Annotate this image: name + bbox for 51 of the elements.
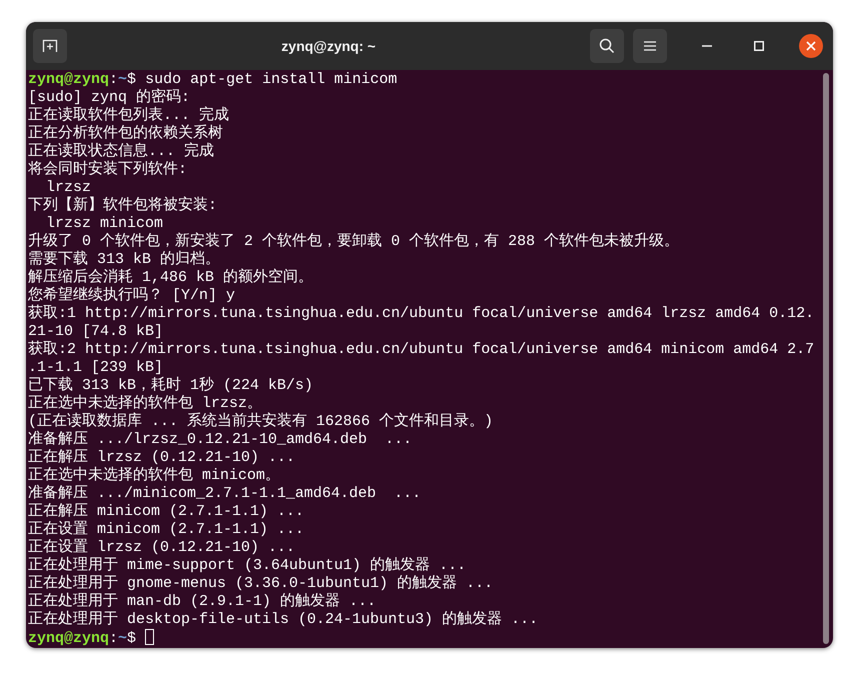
prompt-colon: : xyxy=(109,630,118,648)
output-line: 准备解压 .../minicom_2.7.1-1.1_amd64.deb ... xyxy=(28,485,422,503)
prompt-path: ~ xyxy=(118,71,128,89)
output-line: 正在解压 minicom (2.7.1-1.1) ... xyxy=(28,503,304,520)
output-line: 您希望继续执行吗？ [Y/n] y xyxy=(28,287,236,304)
minimize-icon xyxy=(702,45,712,47)
scrollbar-thumb[interactable] xyxy=(823,73,829,644)
close-button[interactable] xyxy=(799,34,823,58)
menu-button[interactable] xyxy=(633,29,667,63)
menu-icon xyxy=(644,41,656,51)
command-text: sudo apt-get install minicom xyxy=(145,71,398,88)
output-line: 正在读取状态信息... 完成 xyxy=(28,143,214,160)
prompt-symbol: $ xyxy=(127,71,136,89)
output-line: .1-1.1 [239 kB] xyxy=(28,359,164,376)
output-line: 正在设置 minicom (2.7.1-1.1) ... xyxy=(28,521,304,538)
prompt-user: zynq@zynq xyxy=(28,71,110,89)
output-line: (正在读取数据库 ... 系统当前共安装有 162866 个文件和目录。) xyxy=(28,413,494,430)
output-line: 21-10 [74.8 kB] xyxy=(28,323,164,340)
output-line: 升级了 0 个软件包，新安装了 2 个软件包，要卸载 0 个软件包，有 288 个软件包未被升级。 xyxy=(28,233,680,250)
new-tab-icon xyxy=(42,39,58,53)
maximize-icon xyxy=(754,41,764,51)
output-line: 正在分析软件包的依赖关系树 xyxy=(28,125,223,142)
output-line: 正在选中未选择的软件包 minicom。 xyxy=(28,467,280,484)
output-line: 准备解压 .../lrzsz_0.12.21-10_amd64.deb ... xyxy=(28,431,412,449)
output-line: 正在处理用于 man-db (2.9.1-1) 的触发器 ... xyxy=(28,593,376,610)
output-line: 需要下载 313 kB 的归档。 xyxy=(28,251,220,268)
output-line: 获取:2 http://mirrors.tuna.tsinghua.edu.cn/ubuntu focal/universe amd64 minicom amd64 2.7 xyxy=(28,341,814,359)
output-line: 正在处理用于 gnome-menus (3.36.0-1ubuntu1) 的触发器 ... xyxy=(28,575,494,592)
output-line: 正在处理用于 mime-support (3.64ubuntu1) 的触发器 ... xyxy=(28,557,466,574)
output-line: lrzsz xyxy=(45,179,92,196)
output-line: 正在选中未选择的软件包 lrzsz。 xyxy=(28,395,262,412)
search-icon xyxy=(599,38,615,54)
output-line: 下列【新】软件包将被安装: xyxy=(28,197,218,215)
prompt-symbol: $ xyxy=(127,630,136,648)
output-line: 正在解压 lrzsz (0.12.21-10) ... xyxy=(28,449,296,466)
prompt-user: zynq@zynq xyxy=(28,630,110,648)
new-tab-button[interactable] xyxy=(33,29,67,63)
output-line: 解压缩后会消耗 1,486 kB 的额外空间。 xyxy=(28,269,314,286)
search-button[interactable] xyxy=(590,29,624,63)
output-line: lrzsz minicom xyxy=(45,215,164,232)
output-line: 正在处理用于 desktop-file-utils (0.24-1ubuntu3) 的触发器 ... xyxy=(28,611,538,629)
output-line: 获取:1 http://mirrors.tuna.tsinghua.edu.cn/ubuntu focal/universe amd64 lrzsz amd64 0.12. xyxy=(28,305,814,323)
window-title: zynq@zynq: ~ xyxy=(280,38,377,54)
close-icon xyxy=(806,41,816,51)
output-line: 正在设置 lrzsz (0.12.21-10) ... xyxy=(28,539,296,556)
prompt-colon: : xyxy=(109,71,118,89)
output-line: [sudo] zynq 的密码: xyxy=(28,89,190,106)
output-line: 已下载 313 kB，耗时 1秒 (224 kB/s) xyxy=(28,377,314,394)
output-line: 将会同时安装下列软件: xyxy=(28,161,188,179)
output-line: 正在读取软件包列表... 完成 xyxy=(28,107,230,124)
prompt-path: ~ xyxy=(118,630,128,648)
